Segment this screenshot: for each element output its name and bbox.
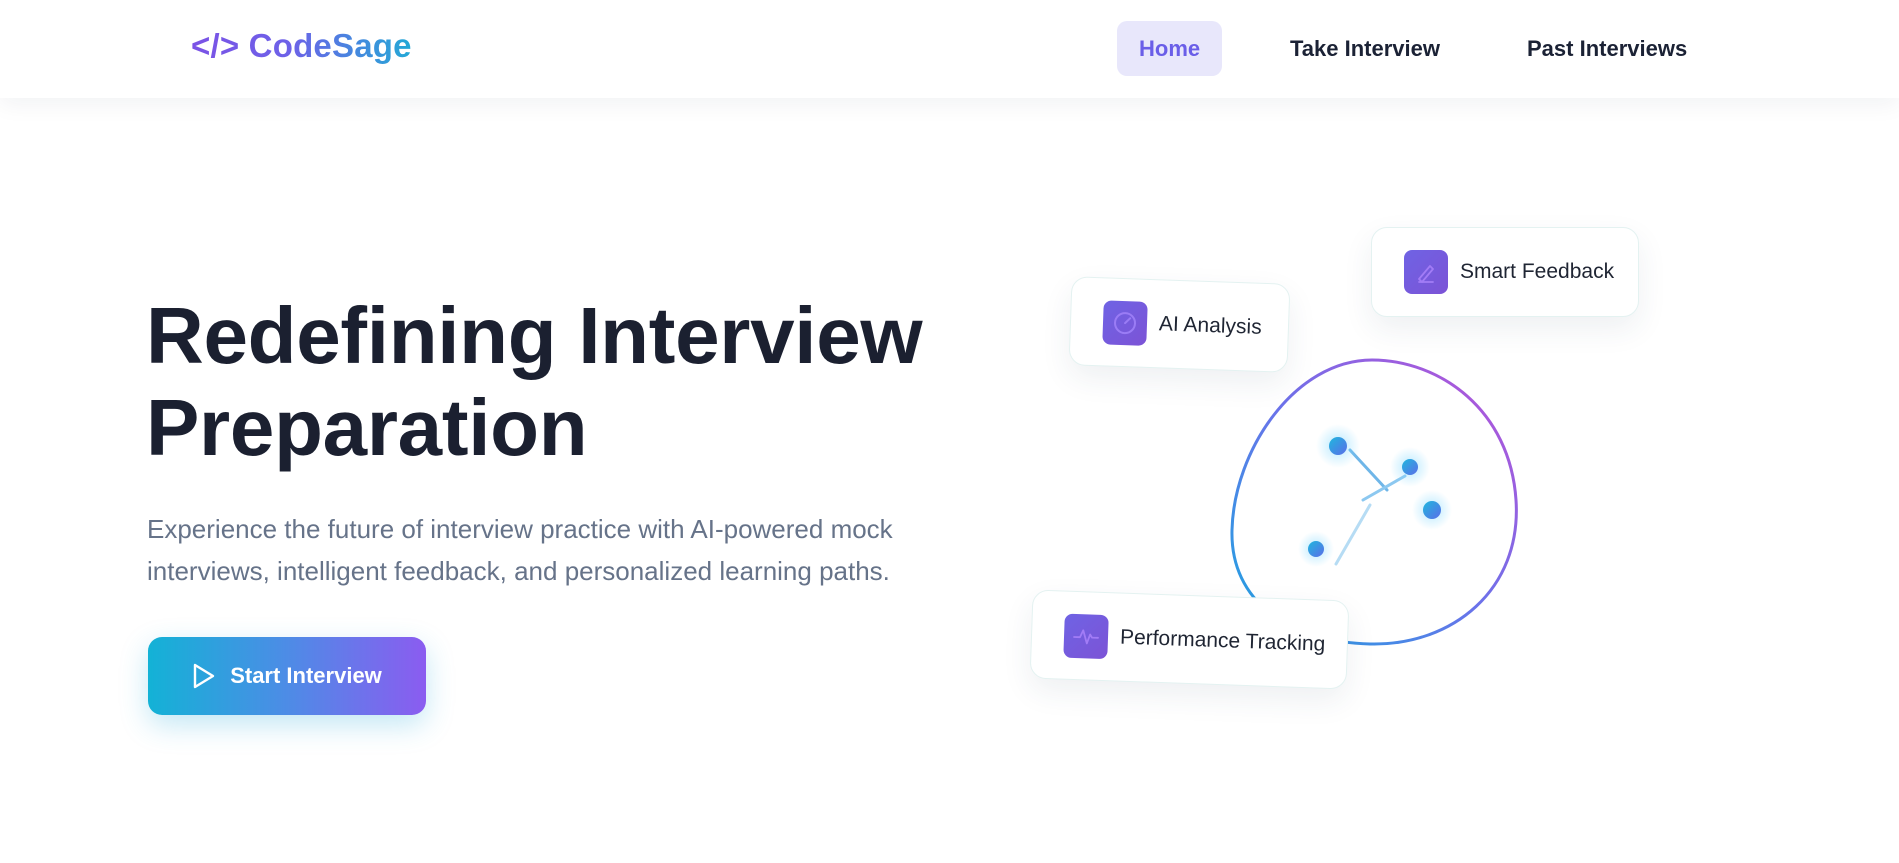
feature-label-smart-feedback: Smart Feedback	[1460, 260, 1615, 283]
pen-icon	[1404, 250, 1448, 294]
play-icon	[193, 663, 215, 689]
start-interview-button[interactable]: Start Interview	[148, 637, 426, 715]
nav-home[interactable]: Home	[1117, 21, 1223, 76]
network-node	[1423, 501, 1441, 519]
feature-card-performance-tracking: Performance Tracking	[1029, 589, 1350, 690]
feature-card-smart-feedback: Smart Feedback	[1371, 227, 1639, 317]
feature-label-performance-tracking: Performance Tracking	[1119, 625, 1326, 656]
nav-past-interviews[interactable]: Past Interviews	[1505, 21, 1709, 76]
hero-title-line-2: Preparation	[146, 383, 588, 472]
gauge-icon	[1102, 299, 1148, 346]
hero-subtitle: Experience the future of interview pract…	[147, 514, 893, 586]
top-navbar: </> CodeSage Home Take Interview Past In…	[0, 0, 1899, 98]
hero-title: Redefining Interview Preparation	[146, 290, 923, 474]
network-nodes	[1298, 424, 1452, 567]
network-node	[1329, 437, 1347, 455]
feature-label-ai-analysis: AI Analysis	[1158, 311, 1263, 339]
nav-take-interview[interactable]: Take Interview	[1268, 21, 1462, 76]
start-interview-label: Start Interview	[230, 663, 382, 688]
main-nav: Home Take Interview Past Interviews	[0, 21, 1899, 77]
feature-card-ai-analysis: AI Analysis	[1068, 276, 1291, 373]
network-node	[1402, 459, 1418, 475]
network-node	[1308, 541, 1324, 557]
hero-title-line-1: Redefining Interview	[146, 291, 923, 380]
pulse-icon	[1063, 613, 1109, 659]
